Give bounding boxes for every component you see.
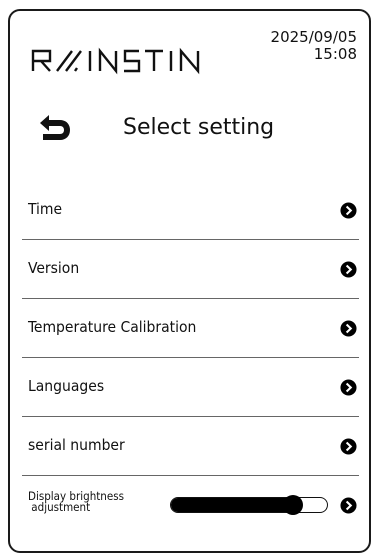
brightness-slider-fill (171, 498, 295, 512)
menu-item-version[interactable]: Version (22, 240, 359, 299)
brightness-slider[interactable] (170, 495, 330, 515)
chevron-right-circle-icon (340, 379, 357, 396)
device-screen: 2025/09/05 15:08 Select setting Time Ver… (8, 9, 371, 553)
page-header: Select setting (10, 111, 369, 147)
back-arrow-icon[interactable] (34, 113, 74, 147)
date-text: 2025/09/05 (270, 28, 357, 46)
rainstin-logo (31, 47, 200, 75)
menu-item-label: Languages (28, 377, 105, 395)
chevron-right-circle-icon (340, 202, 357, 219)
brightness-label-line2: adjustment (28, 500, 91, 514)
menu-item-temperature-calibration[interactable]: Temperature Calibration (22, 299, 359, 358)
menu-item-languages[interactable]: Languages (22, 358, 359, 417)
chevron-right-circle-icon (340, 261, 357, 278)
menu-item-label: Version (28, 259, 80, 277)
menu-item-serial-number[interactable]: serial number (22, 417, 359, 476)
brightness-label: Display brightness adjustment (28, 490, 168, 514)
brand-logo (30, 47, 220, 75)
settings-menu: Time Version Temperature Calibration Lan… (22, 181, 359, 534)
time-text: 15:08 (313, 45, 357, 63)
chevron-right-circle-icon (340, 497, 357, 514)
chevron-right-circle-icon (340, 320, 357, 337)
menu-item-time[interactable]: Time (22, 181, 359, 240)
menu-item-label: Time (28, 200, 63, 218)
brightness-slider-track (170, 497, 328, 513)
menu-item-label: serial number (28, 436, 125, 454)
menu-item-display-brightness[interactable]: Display brightness adjustment (22, 476, 359, 534)
page-title: Select setting (123, 115, 275, 140)
chevron-right-circle-icon (340, 438, 357, 455)
date-time-display: 2025/09/05 15:08 (271, 29, 357, 63)
menu-item-label: Temperature Calibration (28, 318, 197, 336)
